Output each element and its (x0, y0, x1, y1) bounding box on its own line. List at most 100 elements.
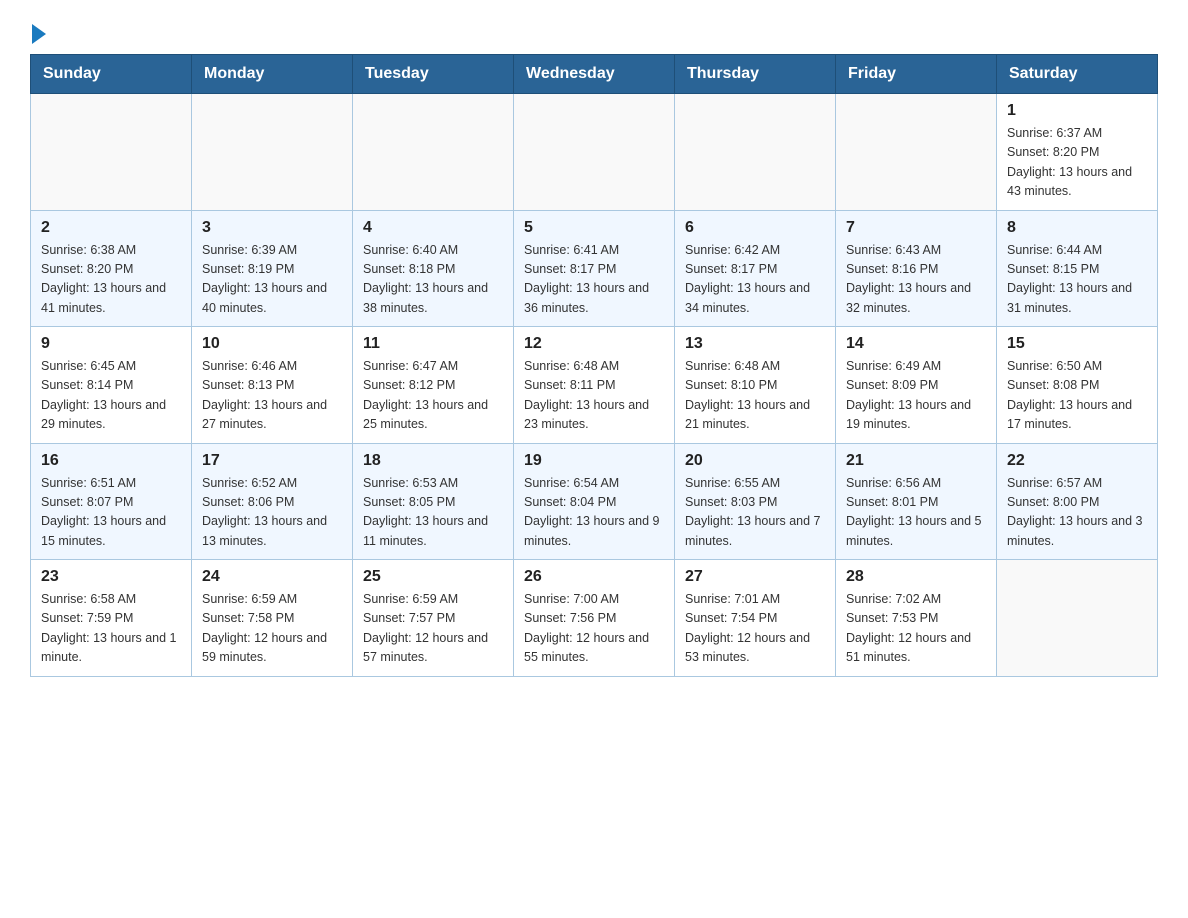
calendar-table: SundayMondayTuesdayWednesdayThursdayFrid… (30, 54, 1158, 677)
day-number: 18 (363, 452, 503, 470)
calendar-cell: 28 Sunrise: 7:02 AM Sunset: 7:53 PM Dayli… (836, 560, 997, 677)
day-info: Sunrise: 6:39 AM Sunset: 8:19 PM Dayligh… (202, 241, 342, 319)
calendar-cell: 18 Sunrise: 6:53 AM Sunset: 8:05 PM Dayli… (353, 443, 514, 560)
day-header-monday: Monday (192, 55, 353, 94)
calendar-cell: 25 Sunrise: 6:59 AM Sunset: 7:57 PM Dayli… (353, 560, 514, 677)
day-number: 21 (846, 452, 986, 470)
calendar-cell: 15 Sunrise: 6:50 AM Sunset: 8:08 PM Dayli… (997, 327, 1158, 444)
calendar-cell: 11 Sunrise: 6:47 AM Sunset: 8:12 PM Dayli… (353, 327, 514, 444)
calendar-cell: 5 Sunrise: 6:41 AM Sunset: 8:17 PM Daylig… (514, 210, 675, 327)
day-info: Sunrise: 6:42 AM Sunset: 8:17 PM Dayligh… (685, 241, 825, 319)
day-info: Sunrise: 7:02 AM Sunset: 7:53 PM Dayligh… (846, 590, 986, 668)
calendar-week-row: 16 Sunrise: 6:51 AM Sunset: 8:07 PM Dayli… (31, 443, 1158, 560)
day-number: 27 (685, 568, 825, 586)
logo (30, 20, 46, 44)
day-info: Sunrise: 7:00 AM Sunset: 7:56 PM Dayligh… (524, 590, 664, 668)
calendar-cell (192, 94, 353, 211)
calendar-cell: 4 Sunrise: 6:40 AM Sunset: 8:18 PM Daylig… (353, 210, 514, 327)
day-info: Sunrise: 7:01 AM Sunset: 7:54 PM Dayligh… (685, 590, 825, 668)
day-number: 10 (202, 335, 342, 353)
calendar-header-row: SundayMondayTuesdayWednesdayThursdayFrid… (31, 55, 1158, 94)
day-info: Sunrise: 6:59 AM Sunset: 7:58 PM Dayligh… (202, 590, 342, 668)
day-info: Sunrise: 6:55 AM Sunset: 8:03 PM Dayligh… (685, 474, 825, 552)
day-info: Sunrise: 6:57 AM Sunset: 8:00 PM Dayligh… (1007, 474, 1147, 552)
calendar-cell: 2 Sunrise: 6:38 AM Sunset: 8:20 PM Daylig… (31, 210, 192, 327)
calendar-cell: 26 Sunrise: 7:00 AM Sunset: 7:56 PM Dayli… (514, 560, 675, 677)
calendar-cell: 1 Sunrise: 6:37 AM Sunset: 8:20 PM Daylig… (997, 94, 1158, 211)
day-info: Sunrise: 6:41 AM Sunset: 8:17 PM Dayligh… (524, 241, 664, 319)
calendar-cell: 22 Sunrise: 6:57 AM Sunset: 8:00 PM Dayli… (997, 443, 1158, 560)
day-info: Sunrise: 6:52 AM Sunset: 8:06 PM Dayligh… (202, 474, 342, 552)
calendar-cell (675, 94, 836, 211)
day-info: Sunrise: 6:43 AM Sunset: 8:16 PM Dayligh… (846, 241, 986, 319)
day-number: 13 (685, 335, 825, 353)
logo-arrow-icon (32, 24, 46, 44)
calendar-cell: 3Sunrise: 6:39 AM Sunset: 8:19 PM Daylig… (192, 210, 353, 327)
day-number: 8 (1007, 219, 1147, 237)
day-header-sunday: Sunday (31, 55, 192, 94)
day-info: Sunrise: 6:53 AM Sunset: 8:05 PM Dayligh… (363, 474, 503, 552)
day-info: Sunrise: 6:48 AM Sunset: 8:10 PM Dayligh… (685, 357, 825, 435)
day-info: Sunrise: 6:40 AM Sunset: 8:18 PM Dayligh… (363, 241, 503, 319)
day-number: 6 (685, 219, 825, 237)
day-number: 24 (202, 568, 342, 586)
day-info: Sunrise: 6:45 AM Sunset: 8:14 PM Dayligh… (41, 357, 181, 435)
day-info: Sunrise: 6:38 AM Sunset: 8:20 PM Dayligh… (41, 241, 181, 319)
day-number: 20 (685, 452, 825, 470)
day-number: 15 (1007, 335, 1147, 353)
day-header-friday: Friday (836, 55, 997, 94)
calendar-cell: 21Sunrise: 6:56 AM Sunset: 8:01 PM Dayli… (836, 443, 997, 560)
day-number: 9 (41, 335, 181, 353)
day-info: Sunrise: 6:59 AM Sunset: 7:57 PM Dayligh… (363, 590, 503, 668)
day-number: 1 (1007, 102, 1147, 120)
calendar-cell: 23 Sunrise: 6:58 AM Sunset: 7:59 PM Dayli… (31, 560, 192, 677)
calendar-cell (353, 94, 514, 211)
day-info: Sunrise: 6:50 AM Sunset: 8:08 PM Dayligh… (1007, 357, 1147, 435)
day-number: 23 (41, 568, 181, 586)
day-info: Sunrise: 6:58 AM Sunset: 7:59 PM Dayligh… (41, 590, 181, 668)
day-number: 2 (41, 219, 181, 237)
day-info: Sunrise: 6:51 AM Sunset: 8:07 PM Dayligh… (41, 474, 181, 552)
day-info: Sunrise: 6:46 AM Sunset: 8:13 PM Dayligh… (202, 357, 342, 435)
day-number: 16 (41, 452, 181, 470)
page-header (30, 20, 1158, 44)
calendar-cell: 6 Sunrise: 6:42 AM Sunset: 8:17 PM Daylig… (675, 210, 836, 327)
day-number: 25 (363, 568, 503, 586)
day-number: 17 (202, 452, 342, 470)
day-header-tuesday: Tuesday (353, 55, 514, 94)
day-number: 22 (1007, 452, 1147, 470)
calendar-cell: 24 Sunrise: 6:59 AM Sunset: 7:58 PM Dayli… (192, 560, 353, 677)
day-number: 4 (363, 219, 503, 237)
calendar-week-row: 23 Sunrise: 6:58 AM Sunset: 7:59 PM Dayli… (31, 560, 1158, 677)
day-header-wednesday: Wednesday (514, 55, 675, 94)
calendar-cell: 20 Sunrise: 6:55 AM Sunset: 8:03 PM Dayli… (675, 443, 836, 560)
calendar-week-row: 1 Sunrise: 6:37 AM Sunset: 8:20 PM Daylig… (31, 94, 1158, 211)
day-number: 12 (524, 335, 664, 353)
day-header-thursday: Thursday (675, 55, 836, 94)
calendar-week-row: 2 Sunrise: 6:38 AM Sunset: 8:20 PM Daylig… (31, 210, 1158, 327)
day-info: Sunrise: 6:54 AM Sunset: 8:04 PM Dayligh… (524, 474, 664, 552)
day-info: Sunrise: 6:37 AM Sunset: 8:20 PM Dayligh… (1007, 124, 1147, 202)
calendar-cell: 8Sunrise: 6:44 AM Sunset: 8:15 PM Daylig… (997, 210, 1158, 327)
day-number: 5 (524, 219, 664, 237)
calendar-cell: 19 Sunrise: 6:54 AM Sunset: 8:04 PM Dayli… (514, 443, 675, 560)
day-number: 11 (363, 335, 503, 353)
day-number: 14 (846, 335, 986, 353)
calendar-cell: 7 Sunrise: 6:43 AM Sunset: 8:16 PM Daylig… (836, 210, 997, 327)
day-header-saturday: Saturday (997, 55, 1158, 94)
calendar-cell: 16 Sunrise: 6:51 AM Sunset: 8:07 PM Dayli… (31, 443, 192, 560)
calendar-cell: 10 Sunrise: 6:46 AM Sunset: 8:13 PM Dayli… (192, 327, 353, 444)
calendar-cell (31, 94, 192, 211)
day-info: Sunrise: 6:48 AM Sunset: 8:11 PM Dayligh… (524, 357, 664, 435)
calendar-cell: 17 Sunrise: 6:52 AM Sunset: 8:06 PM Dayli… (192, 443, 353, 560)
day-info: Sunrise: 6:47 AM Sunset: 8:12 PM Dayligh… (363, 357, 503, 435)
day-number: 7 (846, 219, 986, 237)
calendar-cell (514, 94, 675, 211)
calendar-cell (836, 94, 997, 211)
calendar-cell: 13 Sunrise: 6:48 AM Sunset: 8:10 PM Dayli… (675, 327, 836, 444)
day-number: 28 (846, 568, 986, 586)
calendar-cell (997, 560, 1158, 677)
day-number: 26 (524, 568, 664, 586)
calendar-cell: 12 Sunrise: 6:48 AM Sunset: 8:11 PM Dayli… (514, 327, 675, 444)
day-number: 19 (524, 452, 664, 470)
